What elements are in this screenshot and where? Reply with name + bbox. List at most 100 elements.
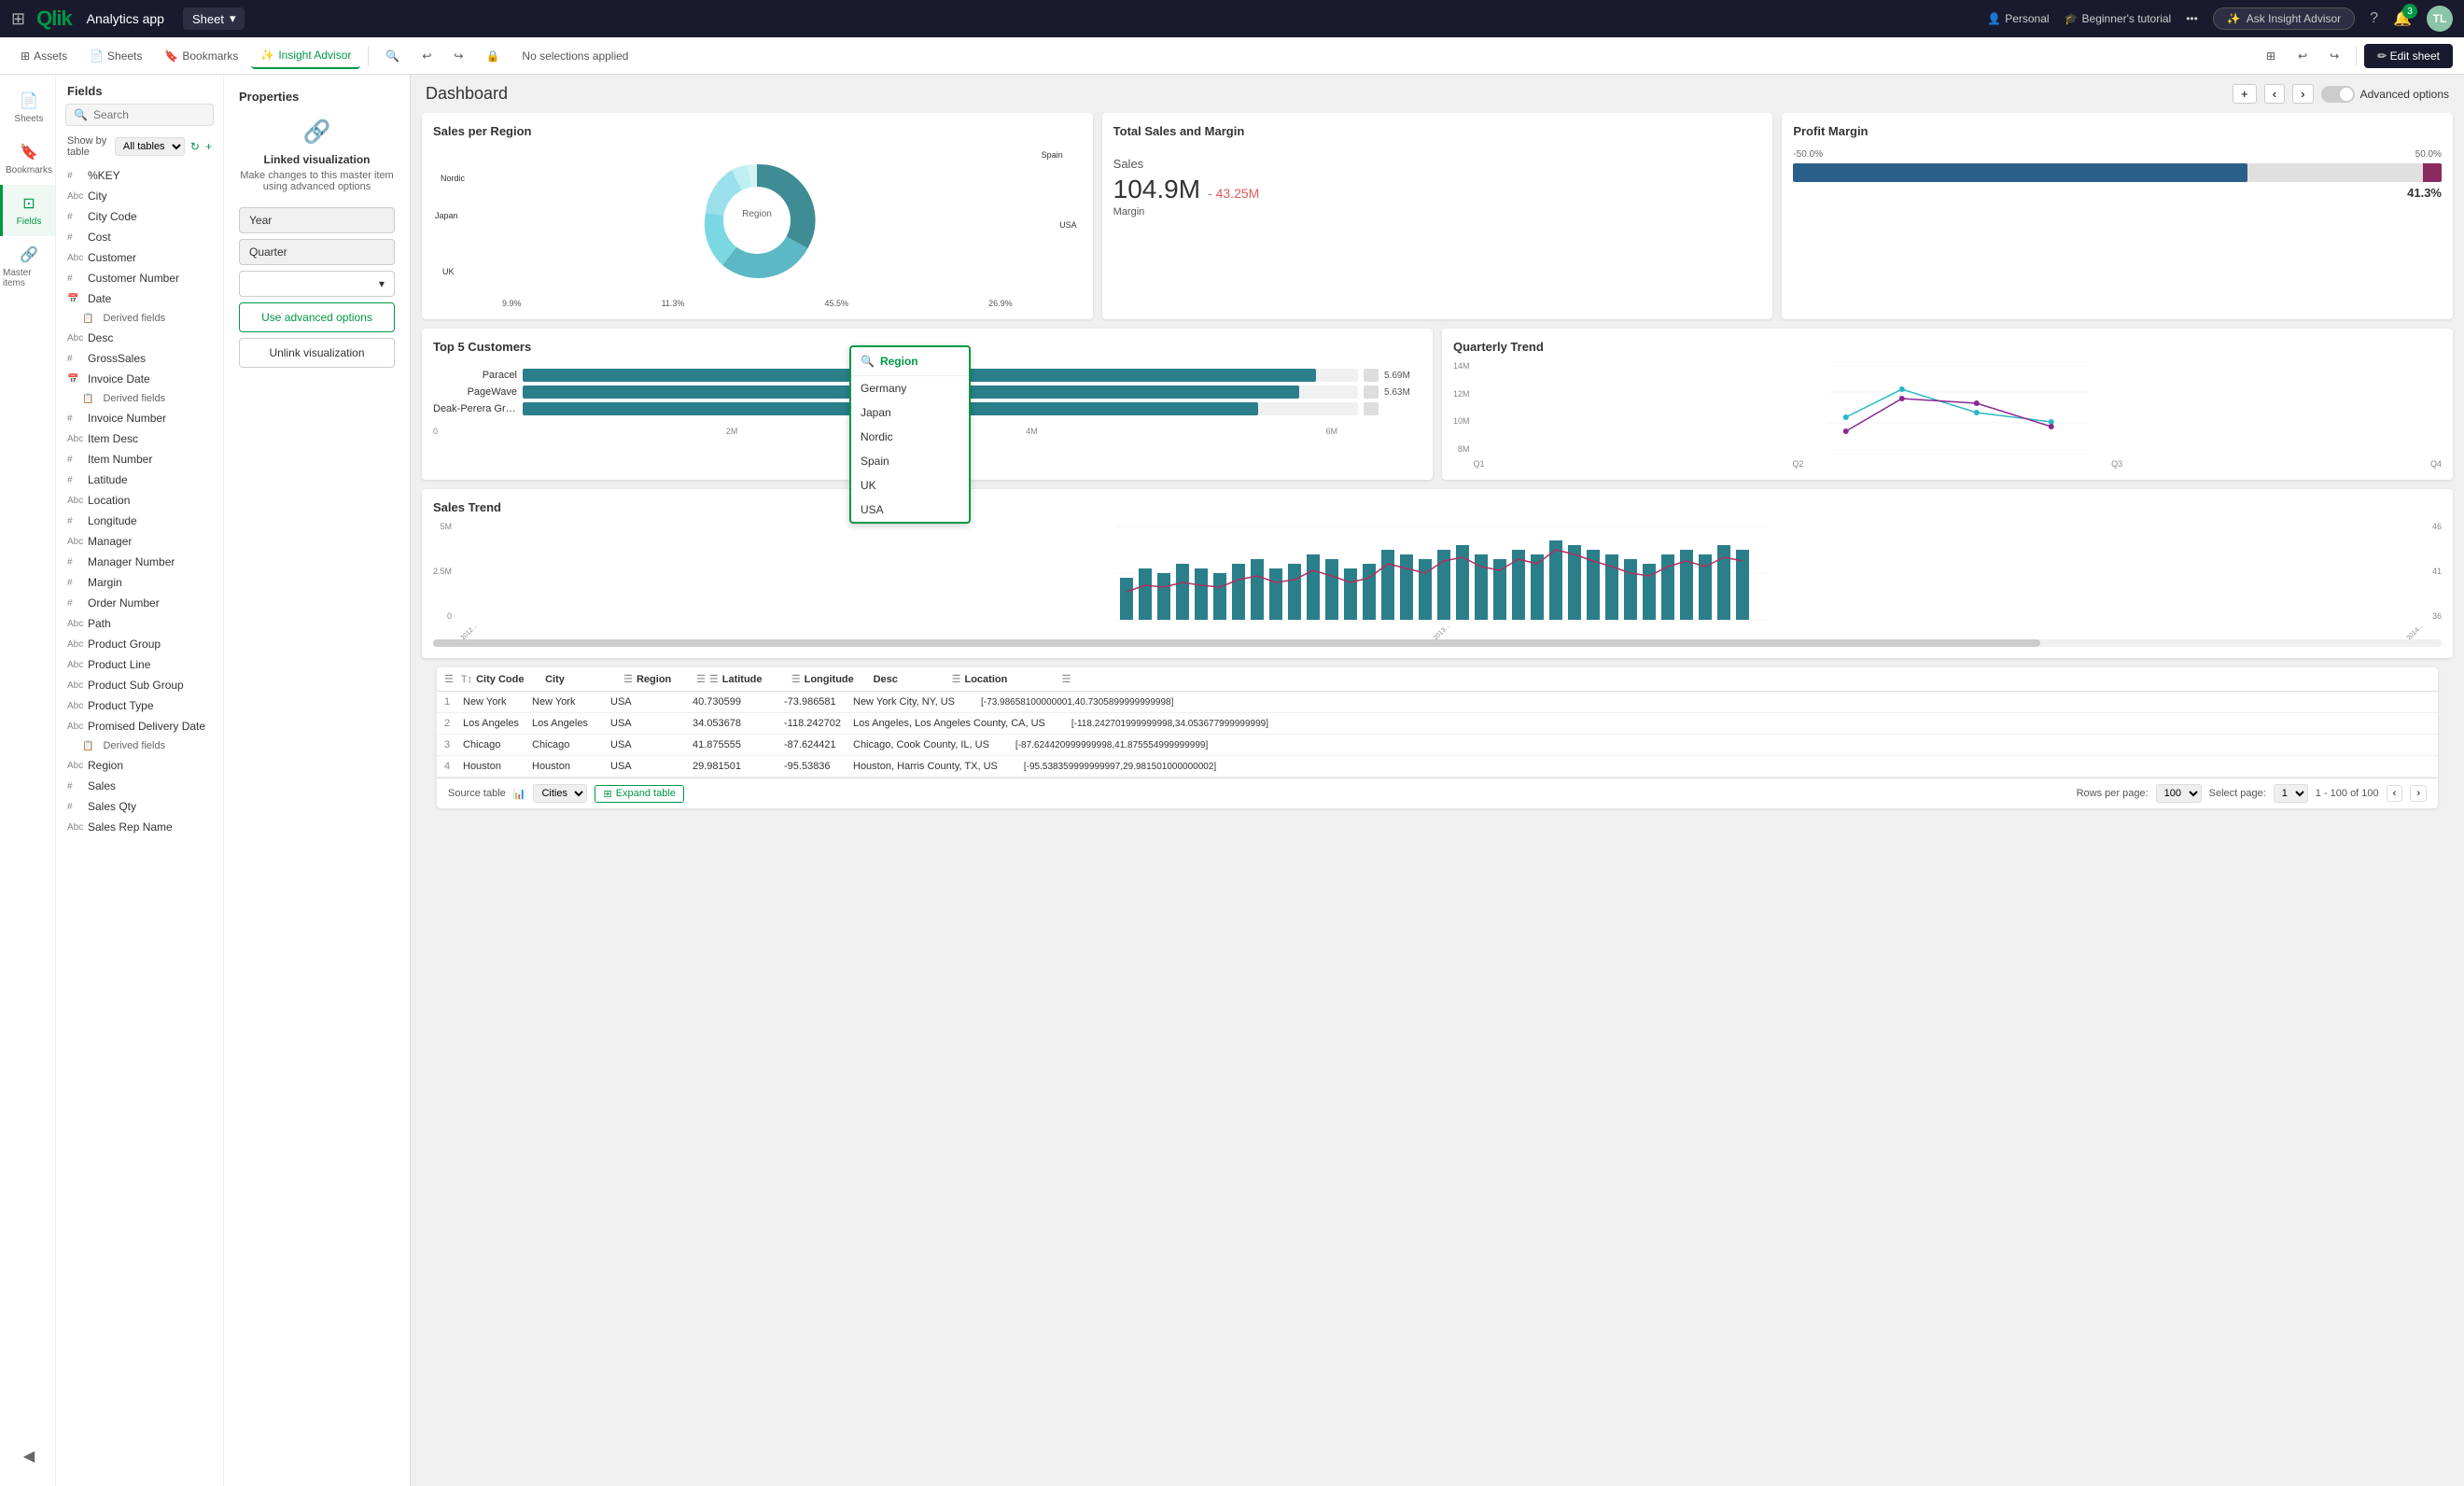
region-item-japan[interactable]: Japan: [851, 400, 969, 425]
col-header-desc[interactable]: Desc: [874, 674, 948, 685]
field-item[interactable]: #Sales Qty: [56, 796, 223, 817]
field-item[interactable]: #Manager Number: [56, 552, 223, 572]
field-item[interactable]: AbcSales Rep Name: [56, 817, 223, 837]
user-avatar[interactable]: TL: [2427, 6, 2453, 32]
col-header-region[interactable]: Region: [637, 674, 693, 685]
field-item[interactable]: 📋Derived fields: [56, 389, 223, 408]
app-menu-icon[interactable]: ⊞: [11, 9, 25, 29]
page-select[interactable]: 1: [2274, 784, 2308, 803]
ask-insight-advisor-btn[interactable]: ✨ Ask Insight Advisor: [2213, 7, 2355, 30]
field-item[interactable]: AbcDesc: [56, 328, 223, 348]
region-item-spain[interactable]: Spain: [851, 449, 969, 473]
field-item[interactable]: AbcPath: [56, 613, 223, 634]
search-input[interactable]: [93, 108, 224, 121]
more-options-icon[interactable]: •••: [2186, 12, 2198, 25]
unlink-visualization-btn[interactable]: Unlink visualization: [239, 338, 395, 368]
edit-sheet-button[interactable]: ✏ Edit sheet: [2364, 44, 2453, 68]
field-item[interactable]: #%KEY: [56, 165, 223, 186]
field-item[interactable]: AbcPromised Delivery Date: [56, 716, 223, 736]
field-item[interactable]: #GrossSales: [56, 348, 223, 369]
sales-trend-scrollbar[interactable]: [433, 639, 2442, 647]
dimension-dropdown[interactable]: ▾: [239, 271, 395, 297]
table-filter-icon-5[interactable]: ☰: [952, 673, 961, 685]
sheet-selector[interactable]: Sheet ▾: [183, 7, 245, 30]
field-item[interactable]: AbcLocation: [56, 490, 223, 511]
field-item[interactable]: #Order Number: [56, 593, 223, 613]
field-item[interactable]: AbcProduct Group: [56, 634, 223, 654]
field-item[interactable]: #Invoice Number: [56, 408, 223, 428]
col-header-latitude[interactable]: Latitude: [722, 674, 788, 685]
bookmarks-btn[interactable]: 🔖 Bookmarks: [155, 44, 247, 68]
field-item[interactable]: 📋Derived fields: [56, 736, 223, 755]
table-filter-icon-3[interactable]: ☰: [709, 673, 719, 685]
field-item[interactable]: #Margin: [56, 572, 223, 593]
tutorial-link[interactable]: 🎓 Beginner's tutorial: [2065, 12, 2172, 25]
nav-bookmarks[interactable]: 🔖 Bookmarks: [0, 133, 55, 185]
field-item[interactable]: AbcProduct Line: [56, 654, 223, 675]
lock-selections-btn[interactable]: 🔒: [476, 44, 509, 68]
sheets-btn[interactable]: 📄 Sheets: [80, 44, 151, 68]
table-menu-icon[interactable]: ☰: [444, 673, 454, 685]
toggle-switch[interactable]: [2321, 86, 2355, 103]
table-select[interactable]: All tables: [115, 137, 185, 156]
field-item[interactable]: 📅Invoice Date: [56, 369, 223, 389]
insight-advisor-btn[interactable]: ✨ Insight Advisor: [251, 43, 360, 69]
personal-link[interactable]: 👤 Personal: [1987, 12, 2049, 25]
field-item[interactable]: AbcManager: [56, 531, 223, 552]
table-filter-icon-4[interactable]: ☰: [791, 673, 801, 685]
field-item[interactable]: #Item Number: [56, 449, 223, 470]
next-page-btn[interactable]: ›: [2292, 84, 2313, 104]
fields-search[interactable]: 🔍: [65, 104, 214, 126]
field-item[interactable]: 📋Derived fields: [56, 309, 223, 328]
back-btn[interactable]: ↩: [413, 44, 441, 68]
forward-btn[interactable]: ↪: [444, 44, 472, 68]
field-item[interactable]: #Cost: [56, 227, 223, 247]
nav-collapse[interactable]: ◀: [21, 1437, 35, 1475]
prev-page-btn[interactable]: ‹: [2264, 84, 2285, 104]
field-item[interactable]: #Latitude: [56, 470, 223, 490]
table-column-headers: ☰ T↕ City Code City ☰ Region ☰ ☰ Latitud…: [437, 667, 2438, 692]
smart-search-btn[interactable]: 🔍: [376, 44, 409, 68]
expand-table-btn[interactable]: ⊞ Expand table: [595, 785, 683, 803]
region-item-nordic[interactable]: Nordic: [851, 425, 969, 449]
col-header-location[interactable]: Location: [964, 674, 1057, 685]
field-item[interactable]: AbcCity: [56, 186, 223, 206]
prev-page-btn[interactable]: ‹: [2387, 785, 2403, 802]
add-item-btn[interactable]: +: [2233, 84, 2257, 104]
undo-btn[interactable]: ↩: [2289, 44, 2317, 68]
region-item-usa[interactable]: USA: [851, 498, 969, 522]
field-item[interactable]: AbcRegion: [56, 755, 223, 776]
field-item[interactable]: AbcCustomer: [56, 247, 223, 268]
redo-btn[interactable]: ↪: [2320, 44, 2348, 68]
layout-btn[interactable]: ⊞: [2257, 44, 2285, 68]
col-header-city[interactable]: City: [545, 674, 620, 685]
field-item[interactable]: #Sales: [56, 776, 223, 796]
nav-master-items[interactable]: 🔗 Master items: [0, 236, 55, 298]
table-filter-icon-1[interactable]: ☰: [623, 673, 633, 685]
region-item-uk[interactable]: UK: [851, 473, 969, 498]
assets-btn[interactable]: ⊞ Assets: [11, 44, 77, 68]
field-item[interactable]: 📅Date: [56, 288, 223, 309]
field-item[interactable]: AbcProduct Type: [56, 695, 223, 716]
next-page-btn[interactable]: ›: [2410, 785, 2427, 802]
col-header-city-code[interactable]: City Code: [476, 674, 541, 685]
region-item-germany[interactable]: Germany: [851, 376, 969, 400]
dimension-quarter[interactable]: Quarter: [239, 239, 395, 265]
refresh-icon[interactable]: ↻: [190, 140, 200, 153]
field-item[interactable]: #Longitude: [56, 511, 223, 531]
add-field-icon[interactable]: +: [205, 140, 212, 153]
nav-sheets[interactable]: 📄 Sheets: [0, 82, 55, 133]
field-item[interactable]: #City Code: [56, 206, 223, 227]
field-item[interactable]: AbcProduct Sub Group: [56, 675, 223, 695]
help-icon[interactable]: ?: [2370, 10, 2378, 27]
use-advanced-options-btn[interactable]: Use advanced options: [239, 302, 395, 332]
col-header-longitude[interactable]: Longitude: [805, 674, 870, 685]
field-item[interactable]: AbcItem Desc: [56, 428, 223, 449]
source-table-select[interactable]: Cities: [533, 784, 587, 803]
table-filter-icon-6[interactable]: ☰: [1061, 673, 1071, 685]
dimension-year[interactable]: Year: [239, 207, 395, 233]
rows-per-page-select[interactable]: 100: [2156, 784, 2202, 803]
field-item[interactable]: #Customer Number: [56, 268, 223, 288]
table-filter-icon-2[interactable]: ☰: [696, 673, 706, 685]
nav-fields[interactable]: ⊡ Fields: [0, 185, 55, 236]
